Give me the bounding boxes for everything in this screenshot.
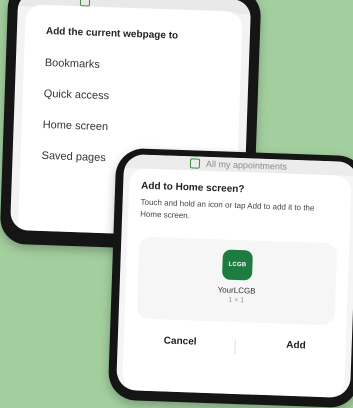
add-to-home-dialog: Add to Home screen? Touch and hold an ic… bbox=[122, 168, 352, 398]
button-divider bbox=[234, 339, 236, 354]
app-icon: LCGB bbox=[221, 249, 253, 281]
checkbox-icon bbox=[189, 158, 201, 169]
dialog-body: Touch and hold an icon or tap Add to add… bbox=[140, 197, 315, 221]
cancel-button[interactable]: Cancel bbox=[164, 335, 197, 347]
add-button[interactable]: Add bbox=[286, 340, 306, 352]
app-preview: LCGB YourLCGB 1 × 1 bbox=[136, 236, 338, 326]
dialog-title: Add to Home screen? bbox=[140, 180, 245, 196]
phone-front: All my appointments Add to Home screen? … bbox=[107, 147, 353, 408]
app-icon-label: LCGB bbox=[228, 261, 247, 269]
browser-screen-front: All my appointments Add to Home screen? … bbox=[116, 153, 353, 399]
menu-item-saved-pages[interactable]: Saved pages bbox=[41, 150, 106, 164]
sheet-title: Add the current webpage to bbox=[45, 25, 179, 42]
menu-item-bookmarks[interactable]: Bookmarks bbox=[45, 57, 100, 71]
menu-item-home-screen[interactable]: Home screen bbox=[42, 119, 108, 133]
dialog-actions: Cancel Add bbox=[123, 334, 346, 362]
page-strip-text: All my appointments bbox=[205, 158, 288, 172]
menu-item-quick-access[interactable]: Quick access bbox=[44, 88, 110, 102]
